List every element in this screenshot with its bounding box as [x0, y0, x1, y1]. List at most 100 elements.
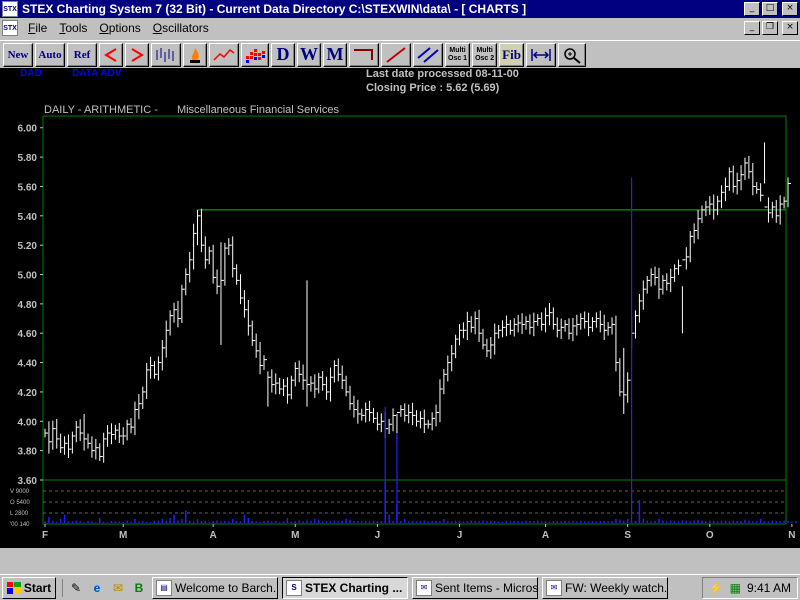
point-figure-button[interactable] — [241, 42, 269, 67]
task-stex[interactable]: S STEX Charting ... — [282, 576, 408, 599]
edit-pencil-icon[interactable]: ✎ — [67, 579, 85, 597]
closing-price-label: Closing Price : 5.62 (5.69) — [366, 82, 500, 94]
task-fw-weekly[interactable]: ✉ FW: Weekly watch... — [542, 576, 668, 599]
weekly-button[interactable]: W — [297, 42, 321, 67]
document-icon[interactable]: STX — [2, 20, 18, 36]
volume-axis-label: O 5400 — [10, 500, 30, 506]
symbol-label: DAD — [20, 68, 42, 79]
outbox-icon: ✉ — [416, 579, 432, 596]
y-tick-label: 4.40 — [18, 359, 38, 370]
task-welcome-label: Welcome to Barch... — [175, 580, 278, 595]
volume-axis-label: L 2800 — [10, 511, 29, 517]
x-month-label: A — [542, 530, 549, 541]
parallel-line-button[interactable] — [413, 42, 443, 67]
title-bar[interactable]: STX STEX Charting System 7 (32 Bit) - Cu… — [0, 0, 800, 18]
line-chart-button[interactable] — [209, 42, 239, 67]
trendline-icon — [386, 46, 406, 63]
x-month-label: S — [624, 530, 631, 541]
menu-options[interactable]: Options — [93, 21, 146, 35]
x-month-label: M — [291, 530, 299, 541]
doc-minimize-button[interactable]: _ — [744, 21, 760, 35]
window-title: STEX Charting System 7 (32 Bit) - Curren… — [22, 2, 527, 16]
x-month-label: M — [119, 530, 127, 541]
y-tick-label: 5.00 — [18, 271, 38, 282]
ref-button[interactable]: Ref — [67, 42, 97, 67]
chart-subtitle: DAILY - ARITHMETIC - Miscellaneous Finan… — [44, 104, 355, 116]
y-tick-label: 5.80 — [18, 153, 38, 164]
tray-network-icon[interactable]: ▦ — [730, 581, 741, 595]
maximize-button[interactable]: □ — [762, 2, 778, 16]
monthly-button[interactable]: M — [323, 42, 347, 67]
multi-osc-2-button[interactable]: Multi Osc 2 — [472, 42, 498, 67]
menu-tools[interactable]: Tools — [53, 21, 93, 35]
last-date-label: Last date processed 08-11-00 — [366, 68, 519, 80]
scroll-left-button[interactable] — [99, 42, 123, 67]
point-figure-icon — [246, 48, 265, 63]
multi-osc-1-label-bottom: Osc 1 — [448, 54, 468, 62]
app-window: STX STEX Charting System 7 (32 Bit) - Cu… — [0, 0, 800, 600]
x-month-label: A — [210, 530, 217, 541]
minimize-button[interactable]: _ — [744, 2, 760, 16]
chart-mode-label: DAILY - ARITHMETIC - — [44, 104, 158, 116]
x-month-label: O — [706, 530, 714, 541]
toolbar: New Auto Ref D W M Multi Osc 1 Multi Osc… — [0, 40, 800, 68]
tray-lightning-icon[interactable]: ⚡ — [709, 581, 724, 595]
x-month-label: F — [42, 530, 48, 541]
internet-explorer-icon[interactable]: e — [88, 579, 106, 597]
new-button[interactable]: New — [3, 42, 33, 67]
start-button[interactable]: Start — [2, 576, 56, 599]
y-tick-label: 4.60 — [18, 329, 38, 340]
y-tick-label: 3.60 — [18, 476, 38, 487]
chart-area[interactable]: 6.00 5.80 5.60 5.40 5.20 5.00 4.80 4.60 4.40 4.20… — [0, 68, 800, 548]
y-tick-label: 4.80 — [18, 300, 38, 311]
ohlc-bars-icon — [156, 47, 174, 62]
bar-chart-button[interactable] — [151, 42, 181, 67]
task-sent-items[interactable]: ✉ Sent Items - Micros... — [412, 576, 538, 599]
task-welcome[interactable]: ▤ Welcome to Barch... — [152, 576, 278, 599]
fibonacci-button[interactable]: Fib — [499, 42, 524, 67]
task-fw-weekly-label: FW: Weekly watch... — [565, 580, 668, 595]
daily-button[interactable]: D — [271, 42, 295, 67]
quick-launch: ✎ e ✉ B — [62, 578, 148, 597]
close-button[interactable]: × — [782, 2, 798, 16]
y-tick-label: 6.00 — [18, 124, 38, 135]
taskbar: Start ✎ e ✉ B ▤ Welcome to Barch... S ST… — [0, 574, 800, 600]
candle-button[interactable] — [183, 42, 207, 67]
volume-axis-label: '00 140 — [10, 522, 30, 528]
outlook-icon[interactable]: ✉ — [109, 579, 127, 597]
x-month-label: J — [375, 530, 381, 541]
y-tick-label: 5.20 — [18, 241, 38, 252]
chart-sector-label: Miscellaneous Financial Services — [176, 104, 339, 116]
measure-arrows-icon — [531, 48, 551, 61]
y-tick-label: 4.00 — [18, 417, 38, 428]
parallel-lines-icon — [417, 46, 439, 63]
horizontal-line-icon — [354, 48, 373, 60]
volume-axis-label: V 9000 — [10, 489, 30, 495]
y-tick-label: 5.40 — [18, 212, 38, 223]
clock: 9:41 AM — [746, 581, 791, 595]
mail-icon: ✉ — [546, 579, 562, 596]
magnifier-icon — [564, 47, 581, 64]
zoom-button[interactable] — [557, 42, 586, 67]
multi-osc-1-button[interactable]: Multi Osc 1 — [445, 42, 471, 67]
horizontal-line-button[interactable] — [349, 42, 379, 67]
doc-close-button[interactable]: × — [782, 21, 798, 35]
price-chart[interactable]: 6.00 5.80 5.60 5.40 5.20 5.00 4.80 4.60 4.40 4.20… — [0, 68, 800, 548]
line-chart-icon — [213, 48, 235, 61]
channels-icon[interactable]: B — [130, 579, 148, 597]
measure-button[interactable] — [525, 42, 556, 67]
menu-oscillators[interactable]: Oscillators — [147, 21, 215, 35]
trendline-button[interactable] — [381, 42, 411, 67]
multi-osc-1-label-top: Multi — [449, 46, 466, 54]
menu-file[interactable]: File — [22, 21, 53, 35]
y-tick-label: 3.80 — [18, 447, 38, 458]
auto-button[interactable]: Auto — [35, 42, 65, 67]
task-sent-items-label: Sent Items - Micros... — [435, 580, 538, 595]
stex-app-icon[interactable]: STX — [2, 1, 18, 17]
red-arrow-left-icon — [104, 47, 117, 62]
plot-frame — [42, 115, 787, 525]
doc-restore-button[interactable]: ❐ — [762, 21, 778, 35]
indicator-label: DATA ADV — [72, 68, 122, 79]
scroll-right-button[interactable] — [125, 42, 149, 67]
flame-icon — [190, 47, 200, 63]
